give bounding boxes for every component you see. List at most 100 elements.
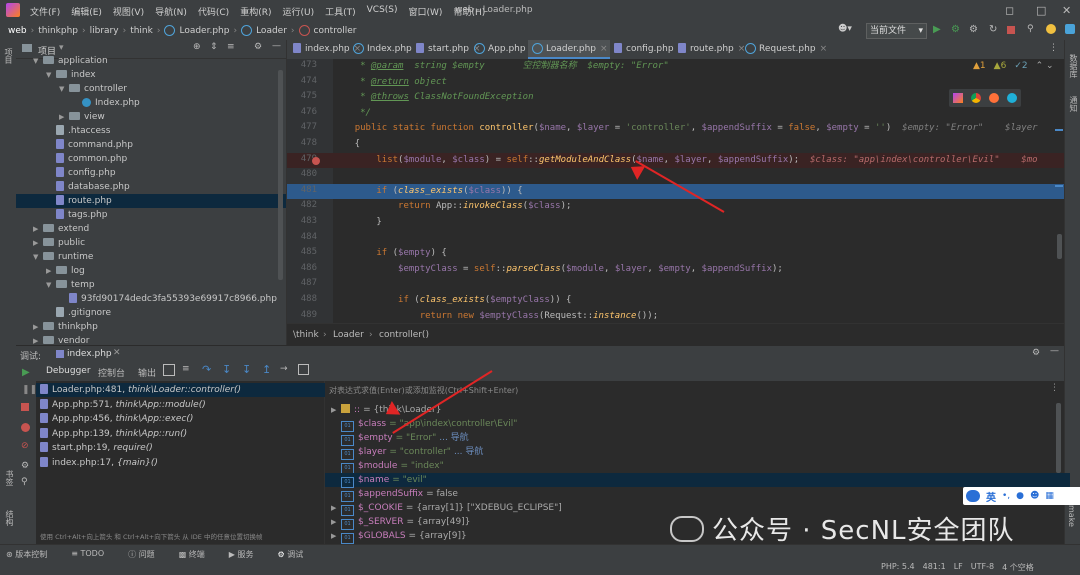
tab-debug[interactable]: ⚙ 调试 <box>278 549 316 560</box>
variable-row[interactable]: 01 $module = "index" <box>325 459 1070 474</box>
show-execution-point-icon[interactable]: ≡ <box>182 364 190 374</box>
chevron-down-icon[interactable]: ▼ <box>33 54 41 68</box>
chevron-down-icon[interactable]: ▼ <box>46 68 54 82</box>
menu-code[interactable]: 代码(C) <box>198 5 229 18</box>
php-version[interactable]: PHP: 5.4 <box>881 562 915 573</box>
coverage-icon[interactable]: ⚙ <box>969 24 978 35</box>
debug-icon[interactable]: ⚙ <box>951 24 960 35</box>
close-tab-icon[interactable]: × <box>820 44 828 54</box>
run-configuration-select[interactable]: 当前文件 ▾ <box>866 23 927 39</box>
tab-todo[interactable]: ≡ TODO <box>71 549 116 560</box>
navigate-link[interactable]: ... 导航 <box>439 433 468 443</box>
menu-view[interactable]: 视图(V) <box>113 5 144 18</box>
tab-services[interactable]: ▶ 服务 <box>229 549 266 560</box>
tab-debugger[interactable]: Debugger <box>46 366 91 376</box>
phpstorm-browser-icon[interactable] <box>953 93 963 103</box>
structure-tool-label[interactable]: 结构 <box>4 510 15 526</box>
chevron-right-icon[interactable]: ▶ <box>331 403 341 417</box>
tree-item[interactable]: command.php <box>16 138 286 152</box>
project-dropdown-icon[interactable]: ▾ <box>59 43 64 53</box>
step-into-icon[interactable]: ↧ <box>222 363 231 376</box>
navigate-link[interactable]: ... 导航 <box>454 447 483 457</box>
debug-hide-icon[interactable]: — <box>1050 346 1059 356</box>
console-icon[interactable] <box>163 364 175 376</box>
code-editor[interactable]: return new $emptyClass(Request::instance… <box>333 59 1064 323</box>
tabs-more-icon[interactable]: ⋮ <box>1049 43 1058 53</box>
notifications-tool-label[interactable]: 通知 <box>1068 96 1079 112</box>
bookmarks-tool-label[interactable]: 书签 <box>4 470 15 486</box>
minimize-icon[interactable]: ◻ <box>1005 4 1014 17</box>
tab-output[interactable]: 输出 <box>138 366 156 379</box>
chevron-right-icon[interactable]: ▶ <box>33 320 41 334</box>
tree-item[interactable]: 93fd90174dedc3fa55393e69917c8966.php <box>16 292 286 306</box>
cursor-position[interactable]: 481:1 <box>923 562 946 573</box>
ime-grid-icon[interactable]: ▦ <box>1045 491 1054 501</box>
close-icon[interactable]: ✕ <box>1062 4 1071 17</box>
tab-terminal[interactable]: ▩ 终端 <box>179 549 217 560</box>
variable-row[interactable]: 01 $appendSuffix = false <box>325 487 1070 502</box>
ime-language[interactable]: 英 <box>986 489 996 504</box>
tree-item[interactable]: .gitignore <box>16 306 286 320</box>
firefox-icon[interactable] <box>989 93 999 103</box>
line-separator[interactable]: LF <box>954 562 963 573</box>
tab-config-php[interactable]: config.php× <box>610 40 685 59</box>
rerun-icon[interactable]: ▶ <box>22 367 30 378</box>
close-session-icon[interactable]: ✕ <box>113 348 121 358</box>
tab-start-php[interactable]: start.php × <box>412 40 481 59</box>
variable-row[interactable]: 01 $empty = "Error"... 导航 <box>325 431 1070 446</box>
evaluate-icon[interactable] <box>298 364 309 375</box>
tab-route-php[interactable]: route.php × <box>674 40 745 59</box>
tree-item[interactable]: ▶ public <box>16 236 286 250</box>
tab-console[interactable]: 控制台 <box>98 366 125 379</box>
tree-item[interactable]: database.php <box>16 180 286 194</box>
ime-logo-icon[interactable] <box>966 490 980 502</box>
crumb-web[interactable]: web <box>8 26 27 36</box>
chevron-right-icon[interactable]: ▶ <box>331 501 341 515</box>
stop-icon[interactable] <box>1007 26 1015 34</box>
close-tab-icon[interactable]: × <box>600 44 608 54</box>
tree-item[interactable]: ▶ view <box>16 110 286 124</box>
variable-row[interactable]: 01 $layer = "controller"... 导航 <box>325 445 1070 460</box>
menu-vcs[interactable]: VCS(S) <box>367 5 398 18</box>
pin-icon[interactable]: ⚲ <box>21 477 28 487</box>
ime-mic-icon[interactable]: ● <box>1016 491 1024 501</box>
tree-item[interactable]: ▶ log <box>16 264 286 278</box>
tab-problems[interactable]: ⓘ 问题 <box>128 549 167 560</box>
menu-file[interactable]: 文件(F) <box>30 5 60 18</box>
menu-run[interactable]: 运行(U) <box>282 5 314 18</box>
debug-session-tab[interactable]: index.php <box>67 349 112 359</box>
tree-item[interactable]: ▼ application <box>16 54 286 68</box>
edge-icon[interactable] <box>1007 93 1017 103</box>
menu-window[interactable]: 窗口(W) <box>409 5 443 18</box>
vars-scrollbar[interactable] <box>1056 403 1061 473</box>
step-over-icon[interactable]: ↷ <box>202 363 211 376</box>
run-icon[interactable]: ▶ <box>933 24 941 35</box>
debug-settings-icon[interactable]: ⚙ <box>1032 348 1040 358</box>
tree-item[interactable]: ▶ thinkphp <box>16 320 286 334</box>
stop-debug-icon[interactable] <box>21 403 29 411</box>
tree-item[interactable]: route.php <box>16 194 286 208</box>
expand-all-icon[interactable]: ⇕ <box>210 42 218 52</box>
step-out-icon[interactable]: ↥ <box>262 363 271 376</box>
crumb-loader-file[interactable]: Loader.php <box>179 26 229 36</box>
tree-item[interactable]: ▶ vendor <box>16 334 286 345</box>
menu-navigate[interactable]: 导航(N) <box>155 5 187 18</box>
stack-frame[interactable]: Loader.php:481, think\Loader::controller(… <box>36 383 328 397</box>
menu-edit[interactable]: 编辑(E) <box>71 5 102 18</box>
tab-index-php[interactable]: index.php × <box>289 40 361 59</box>
indent-setting[interactable]: 4 个空格 <box>1002 562 1034 573</box>
tree-item[interactable]: tags.php <box>16 208 286 222</box>
menu-tools[interactable]: 工具(T) <box>325 5 356 18</box>
chevron-right-icon[interactable]: ▶ <box>33 222 41 236</box>
chevron-down-icon[interactable]: ▼ <box>46 278 54 292</box>
chevron-right-icon[interactable]: ▶ <box>331 529 341 543</box>
file-encoding[interactable]: UTF-8 <box>971 562 994 573</box>
menu-refactor[interactable]: 重构(R) <box>240 5 271 18</box>
tree-item[interactable]: common.php <box>16 152 286 166</box>
settings-icon[interactable]: ⚙ <box>21 461 29 471</box>
chevron-right-icon[interactable]: ▶ <box>59 110 67 124</box>
crumb-library[interactable]: library <box>90 26 119 36</box>
locate-icon[interactable]: ⊕ <box>193 42 201 52</box>
stack-frame[interactable]: App.php:139, think\App::run() <box>36 427 328 441</box>
updates-icon[interactable] <box>1046 24 1056 34</box>
